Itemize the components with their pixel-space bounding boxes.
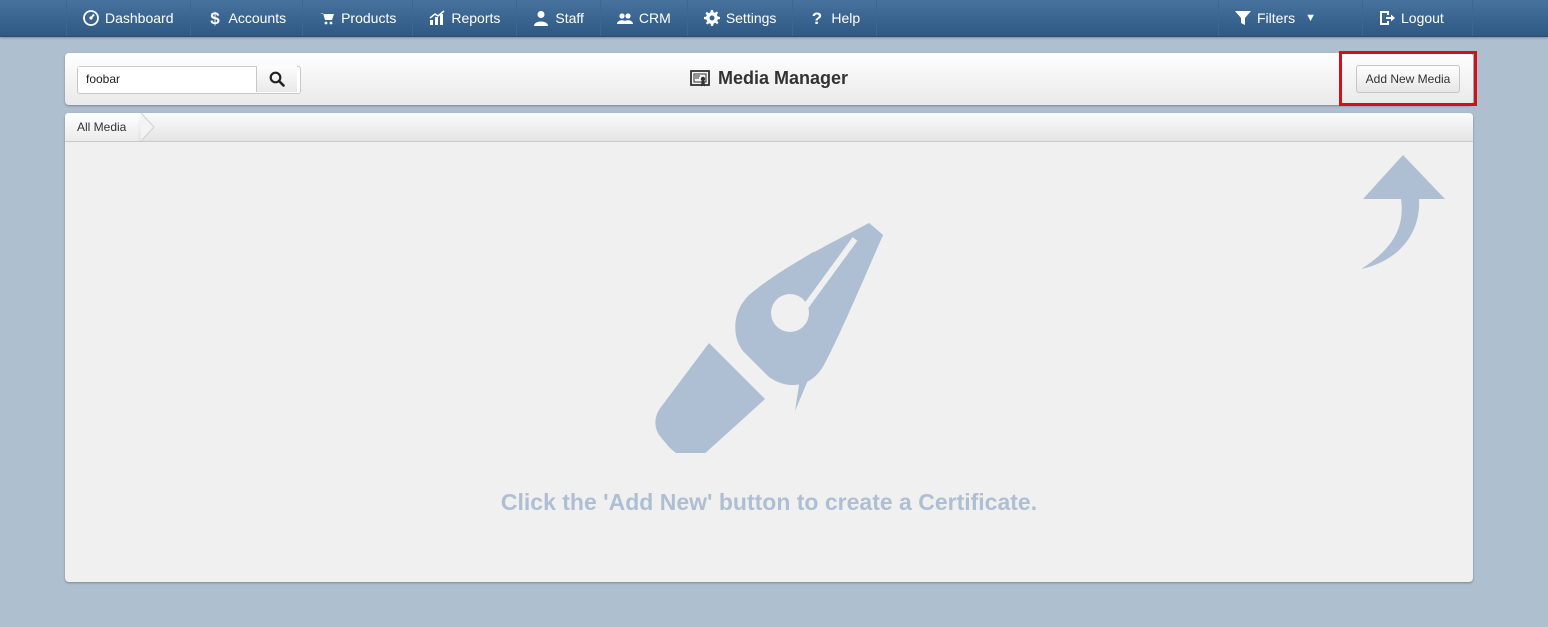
chevron-down-icon: ▼ (1305, 12, 1317, 24)
breadcrumb-separator-icon (141, 113, 155, 141)
pen-nib-icon (655, 223, 883, 453)
question-icon: ? (812, 10, 822, 26)
certificate-icon (690, 69, 710, 86)
svg-text:$: $ (210, 10, 220, 26)
media-content-panel: All Media Click the 'Add New' button to … (65, 113, 1473, 582)
nav-crm[interactable]: CRM (601, 0, 688, 36)
nav-crm-label: CRM (638, 10, 671, 26)
svg-text:?: ? (812, 10, 822, 26)
media-manager-header: Media Manager Add New Media (65, 51, 1477, 106)
top-navbar: Dashboard $ Accounts Products Reports St… (0, 0, 1548, 37)
page-title: Media Manager (65, 68, 1473, 89)
nav-reports-label: Reports (451, 10, 501, 26)
filter-icon (1235, 11, 1251, 25)
user-icon (534, 11, 549, 26)
nav-products[interactable]: Products (303, 0, 414, 36)
nav-logout[interactable]: Logout (1363, 0, 1473, 36)
users-icon (616, 13, 633, 24)
add-new-media-button[interactable]: Add New Media (1356, 65, 1460, 93)
nav-right-group: Filters ▼ Logout (1218, 0, 1473, 36)
nav-dashboard[interactable]: Dashboard (67, 0, 191, 36)
cart-icon (320, 13, 335, 25)
page-title-label: Media Manager (717, 68, 849, 88)
logout-icon (1380, 11, 1395, 25)
gear-icon (703, 10, 720, 26)
nav-filters[interactable]: Filters ▼ (1219, 0, 1363, 36)
breadcrumb-all-media[interactable]: All Media (65, 113, 139, 141)
dashboard-icon (83, 10, 99, 26)
breadcrumb: All Media (65, 113, 1473, 142)
nav-reports[interactable]: Reports (413, 0, 518, 36)
chart-icon (429, 10, 445, 25)
dollar-icon: $ (210, 10, 220, 26)
nav-accounts[interactable]: $ Accounts (191, 0, 304, 36)
nav-help-label: Help (831, 10, 861, 26)
nav-filters-label: Filters (1257, 10, 1296, 26)
nav-help[interactable]: ? Help (793, 0, 878, 36)
nav-staff-label: Staff (555, 10, 584, 26)
nav-accounts-label: Accounts (228, 10, 287, 26)
nav-logout-label: Logout (1401, 10, 1444, 26)
nav-staff[interactable]: Staff (517, 0, 601, 36)
empty-state-message: Click the 'Add New' button to create a C… (500, 489, 1038, 515)
nav-settings[interactable]: Settings (688, 0, 794, 36)
curved-arrow-up-icon (1361, 155, 1445, 269)
nav-dashboard-label: Dashboard (105, 10, 174, 26)
nav-settings-label: Settings (725, 10, 777, 26)
nav-left-group: Dashboard $ Accounts Products Reports St… (66, 0, 878, 36)
nav-products-label: Products (341, 10, 397, 26)
